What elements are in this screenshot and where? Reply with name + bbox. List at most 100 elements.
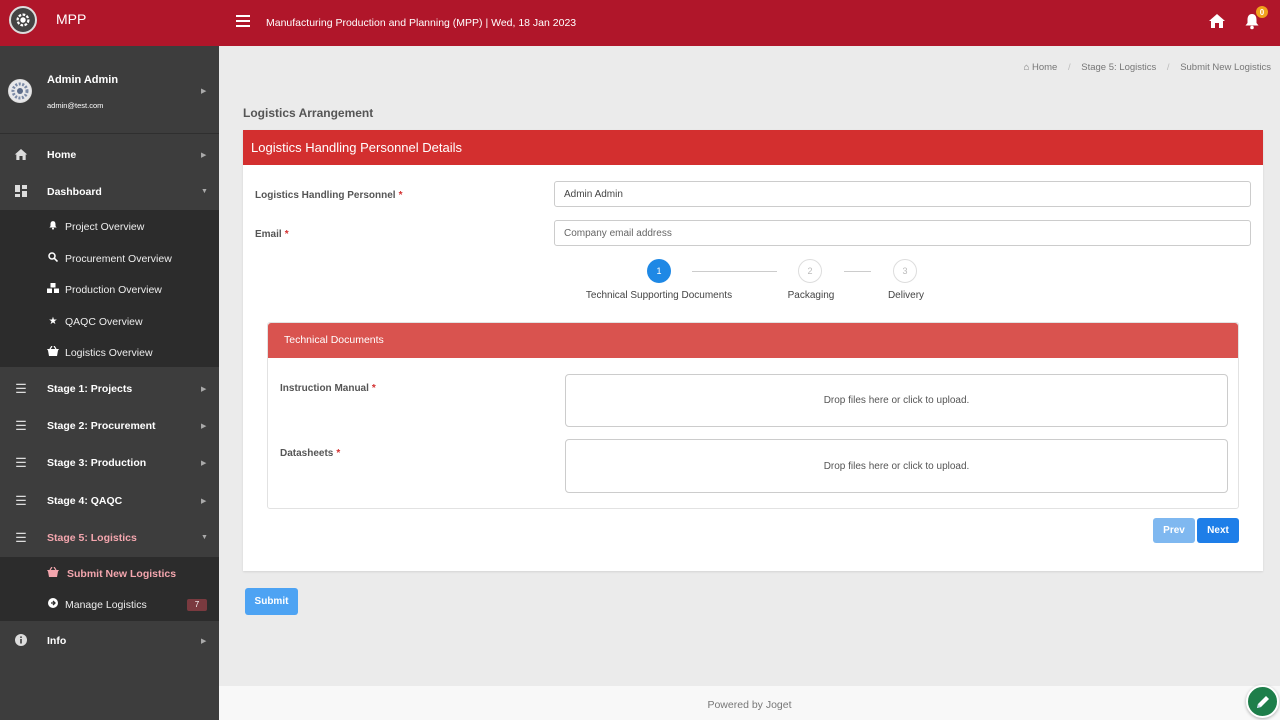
star-icon: ★ bbox=[48, 316, 58, 327]
basket-icon bbox=[47, 345, 59, 359]
list-icon: ☰ bbox=[15, 529, 27, 545]
card-title: Logistics Handling Personnel Details bbox=[243, 130, 1263, 165]
bell-icon bbox=[47, 220, 59, 233]
form-card: Logistics Handling Personnel Details Log… bbox=[243, 130, 1263, 571]
chevron-right-icon: ▶ bbox=[201, 497, 207, 505]
breadcrumb-stage5[interactable]: Stage 5: Logistics bbox=[1081, 62, 1156, 73]
sidebar-item-label: Project Overview bbox=[65, 220, 145, 233]
sidebar-item-stage4-qaqc[interactable]: ☰ Stage 4: QAQC ▶ bbox=[0, 482, 219, 519]
instruction-manual-label: Instruction Manual * bbox=[280, 383, 376, 394]
breadcrumb-home[interactable]: Home bbox=[1032, 62, 1057, 73]
list-icon: ☰ bbox=[15, 380, 27, 396]
sidebar-item-label: Stage 4: QAQC bbox=[47, 494, 123, 507]
email-field[interactable] bbox=[554, 220, 1251, 246]
footer: Powered by Joget bbox=[219, 686, 1280, 720]
chevron-right-icon: ▶ bbox=[201, 459, 207, 467]
user-email: admin@test.com bbox=[47, 101, 104, 110]
list-icon: ☰ bbox=[15, 417, 27, 433]
next-button[interactable]: Next bbox=[1197, 518, 1239, 543]
sidebar-item-label: Dashboard bbox=[47, 185, 102, 198]
sidebar-item-qaqc-overview[interactable]: ★ QAQC Overview bbox=[0, 306, 219, 337]
sidebar-item-label: Home bbox=[47, 148, 77, 161]
sidebar-item-project-overview[interactable]: Project Overview bbox=[0, 211, 219, 242]
sidebar-item-manage-logistics[interactable]: Manage Logistics 7 bbox=[0, 589, 219, 620]
step-connector bbox=[844, 271, 871, 272]
sidebar-item-label: Stage 5: Logistics bbox=[47, 531, 137, 544]
sidebar-item-label: Info bbox=[47, 634, 67, 647]
chevron-right-icon: ▶ bbox=[201, 637, 207, 645]
panel-title: Technical Documents bbox=[268, 323, 1238, 358]
sidebar-item-procurement-overview[interactable]: Procurement Overview bbox=[0, 243, 219, 274]
sidebar-item-info[interactable]: Info ▶ bbox=[0, 622, 219, 659]
count-badge: 7 bbox=[187, 598, 207, 611]
dashboard-icon bbox=[14, 184, 28, 199]
sidebar-item-label: Logistics Overview bbox=[65, 346, 153, 359]
sidebar-item-stage5-logistics[interactable]: ☰ Stage 5: Logistics ▼ bbox=[0, 519, 219, 556]
sidebar-item-label: Procurement Overview bbox=[65, 252, 172, 265]
top-navbar: MPP Manufacturing Production and Plannin… bbox=[0, 0, 1280, 46]
search-icon bbox=[47, 252, 59, 265]
datasheets-label: Datasheets * bbox=[280, 448, 341, 459]
menu-toggle-icon[interactable] bbox=[236, 15, 250, 27]
personnel-input[interactable] bbox=[554, 181, 1251, 207]
home-icon[interactable] bbox=[1208, 13, 1226, 29]
technical-documents-panel: Technical Documents Instruction Manual * … bbox=[267, 322, 1239, 509]
chevron-right-icon: ▶ bbox=[201, 88, 207, 95]
sidebar-item-dashboard[interactable]: Dashboard ▼ bbox=[0, 173, 219, 210]
sidebar-item-label: Manage Logistics bbox=[65, 598, 147, 611]
chevron-down-icon: ▼ bbox=[201, 188, 208, 195]
personnel-label: Logistics Handling Personnel * bbox=[255, 190, 403, 201]
submit-button[interactable]: Submit bbox=[245, 588, 298, 615]
instruction-manual-dropzone[interactable]: Drop files here or click to upload. bbox=[565, 374, 1228, 427]
edit-pencil-icon[interactable] bbox=[1246, 685, 1279, 718]
sidebar: Admin Admin admin@test.com ▶ Home ▶ Dash… bbox=[0, 46, 219, 720]
cubes-icon bbox=[47, 283, 59, 296]
app-logo-icon bbox=[9, 6, 37, 34]
breadcrumb-current: Submit New Logistics bbox=[1180, 62, 1271, 73]
brand-name: MPP bbox=[56, 11, 87, 27]
info-icon bbox=[14, 633, 28, 648]
chevron-right-icon: ▶ bbox=[201, 422, 207, 430]
sidebar-item-stage1-projects[interactable]: ☰ Stage 1: Projects ▶ bbox=[0, 370, 219, 407]
sidebar-item-stage3-production[interactable]: ☰ Stage 3: Production ▶ bbox=[0, 444, 219, 481]
sidebar-item-label: Stage 1: Projects bbox=[47, 382, 133, 395]
step-1-indicator[interactable]: 1 bbox=[647, 259, 671, 283]
sidebar-item-logistics-overview[interactable]: Logistics Overview bbox=[0, 337, 219, 368]
step-3-indicator[interactable]: 3 bbox=[893, 259, 917, 283]
page-title: Logistics Arrangement bbox=[243, 106, 374, 120]
list-icon: ☰ bbox=[15, 492, 27, 508]
datasheets-dropzone[interactable]: Drop files here or click to upload. bbox=[565, 439, 1228, 493]
step-2-indicator[interactable]: 2 bbox=[798, 259, 822, 283]
chevron-down-icon: ▼ bbox=[201, 534, 208, 541]
prev-button[interactable]: Prev bbox=[1153, 518, 1195, 543]
sidebar-item-label: QAQC Overview bbox=[65, 315, 143, 328]
chevron-right-icon: ▶ bbox=[201, 151, 207, 159]
logistics-submenu: Submit New Logistics Manage Logistics 7 bbox=[0, 557, 219, 621]
breadcrumb-separator: / bbox=[1166, 62, 1170, 73]
list-icon: ☰ bbox=[15, 454, 27, 470]
step-3-label: Delivery bbox=[887, 290, 925, 301]
basket-icon bbox=[47, 566, 59, 580]
breadcrumb: ⌂ Home / Stage 5: Logistics / Submit New… bbox=[1024, 62, 1271, 73]
sidebar-item-submit-new-logistics[interactable]: Submit New Logistics bbox=[0, 558, 219, 589]
home-icon: ⌂ bbox=[1023, 62, 1030, 73]
notification-count-badge: 0 bbox=[1256, 6, 1268, 18]
user-name: Admin Admin bbox=[47, 74, 119, 86]
sidebar-item-label: Production Overview bbox=[65, 283, 162, 296]
sidebar-item-label: Stage 2: Procurement bbox=[47, 419, 156, 432]
sidebar-item-label: Stage 3: Production bbox=[47, 456, 147, 469]
email-label: Email * bbox=[255, 229, 289, 240]
chevron-right-icon: ▶ bbox=[201, 385, 207, 393]
step-1-label: Technical Supporting Documents bbox=[585, 290, 733, 301]
home-icon bbox=[14, 148, 28, 162]
sidebar-item-stage2-procurement[interactable]: ☰ Stage 2: Procurement ▶ bbox=[0, 407, 219, 444]
user-panel[interactable]: Admin Admin admin@test.com ▶ bbox=[0, 46, 219, 134]
sidebar-item-production-overview[interactable]: Production Overview bbox=[0, 274, 219, 305]
sidebar-item-home[interactable]: Home ▶ bbox=[0, 136, 219, 173]
sidebar-item-label: Submit New Logistics bbox=[67, 567, 177, 580]
step-2-label: Packaging bbox=[787, 290, 835, 301]
avatar bbox=[8, 79, 32, 103]
brand[interactable]: MPP bbox=[0, 0, 219, 46]
breadcrumb-separator: / bbox=[1067, 62, 1071, 73]
dashboard-submenu: Project Overview Procurement Overview Pr… bbox=[0, 210, 219, 367]
